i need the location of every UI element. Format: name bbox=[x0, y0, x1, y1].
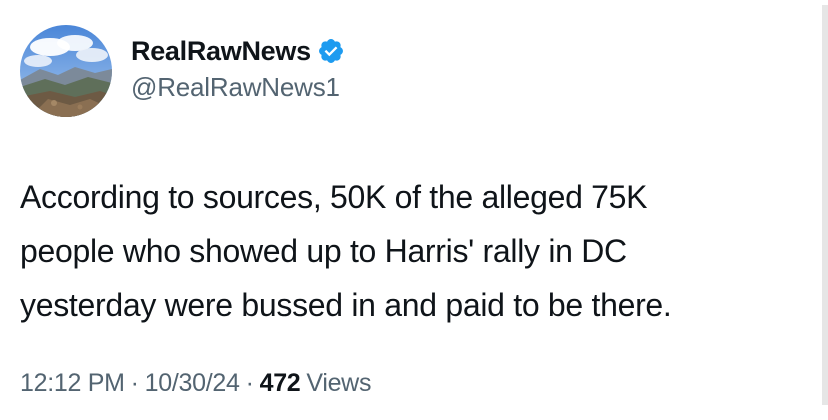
mountain-landscape-avatar-image bbox=[20, 25, 112, 117]
author-avatar[interactable] bbox=[20, 25, 112, 117]
tweet-time[interactable]: 12:12 PM bbox=[20, 369, 125, 398]
views-label: Views bbox=[306, 369, 372, 397]
tweet-card: RealRawNews @RealRawNews1 According to s… bbox=[0, 0, 828, 420]
author-display-name[interactable]: RealRawNews bbox=[131, 36, 311, 67]
views-count: 472 bbox=[259, 369, 301, 397]
tweet-date[interactable]: 10/30/24 bbox=[145, 369, 240, 398]
verified-badge-icon bbox=[317, 37, 345, 65]
tweet-header: RealRawNews @RealRawNews1 bbox=[131, 34, 345, 103]
tweet-text: According to sources, 50K of the alleged… bbox=[20, 179, 672, 323]
tweet-meta: 12:12 PM · 10/30/24 · 472 Views bbox=[20, 369, 371, 398]
scrollbar[interactable] bbox=[822, 5, 828, 405]
author-name-row: RealRawNews bbox=[131, 34, 345, 68]
meta-separator: · bbox=[245, 369, 254, 397]
author-handle[interactable]: @RealRawNews1 bbox=[131, 72, 345, 103]
meta-separator: · bbox=[130, 369, 139, 397]
